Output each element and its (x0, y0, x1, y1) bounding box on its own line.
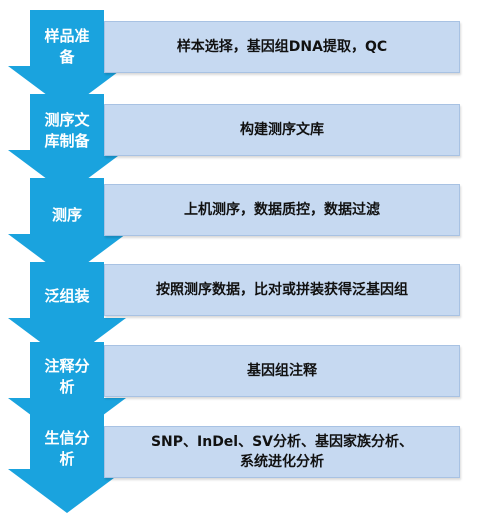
step-description: 基因组注释 (247, 363, 317, 379)
step-label: 生信分 析 (44, 429, 90, 468)
step-description: 按照测序数据，比对或拼装获得泛基因组 (156, 282, 408, 298)
step-description-box: 样本选择，基因组DNA提取，QC (104, 21, 460, 73)
step-description-box: 基因组注释 (104, 345, 460, 397)
step-label: 测序文 库制备 (44, 111, 90, 150)
step-label: 测序 (51, 205, 82, 224)
step-description: 样本选择，基因组DNA提取，QC (176, 39, 388, 55)
step-description-box: 上机测序，数据质控，数据过滤 (104, 184, 460, 236)
step-description-box: SNP、InDel、SV分析、基因家族分析、 系统进化分析 (104, 426, 460, 478)
step-description: SNP、InDel、SV分析、基因家族分析、 系统进化分析 (150, 434, 414, 470)
step-label: 样品准 备 (44, 27, 90, 66)
step-description: 上机测序，数据质控，数据过滤 (184, 202, 380, 218)
step-description-box: 按照测序数据，比对或拼装获得泛基因组 (104, 264, 460, 316)
workflow-diagram: 样本选择，基因组DNA提取，QC 样品准 备 构建测序文库 测序文 库制备 上机… (0, 0, 495, 513)
step-label: 泛组装 (44, 286, 90, 305)
step-label: 注释分 析 (44, 357, 90, 396)
step-description-box: 构建测序文库 (104, 104, 460, 156)
step-description: 构建测序文库 (240, 122, 324, 138)
